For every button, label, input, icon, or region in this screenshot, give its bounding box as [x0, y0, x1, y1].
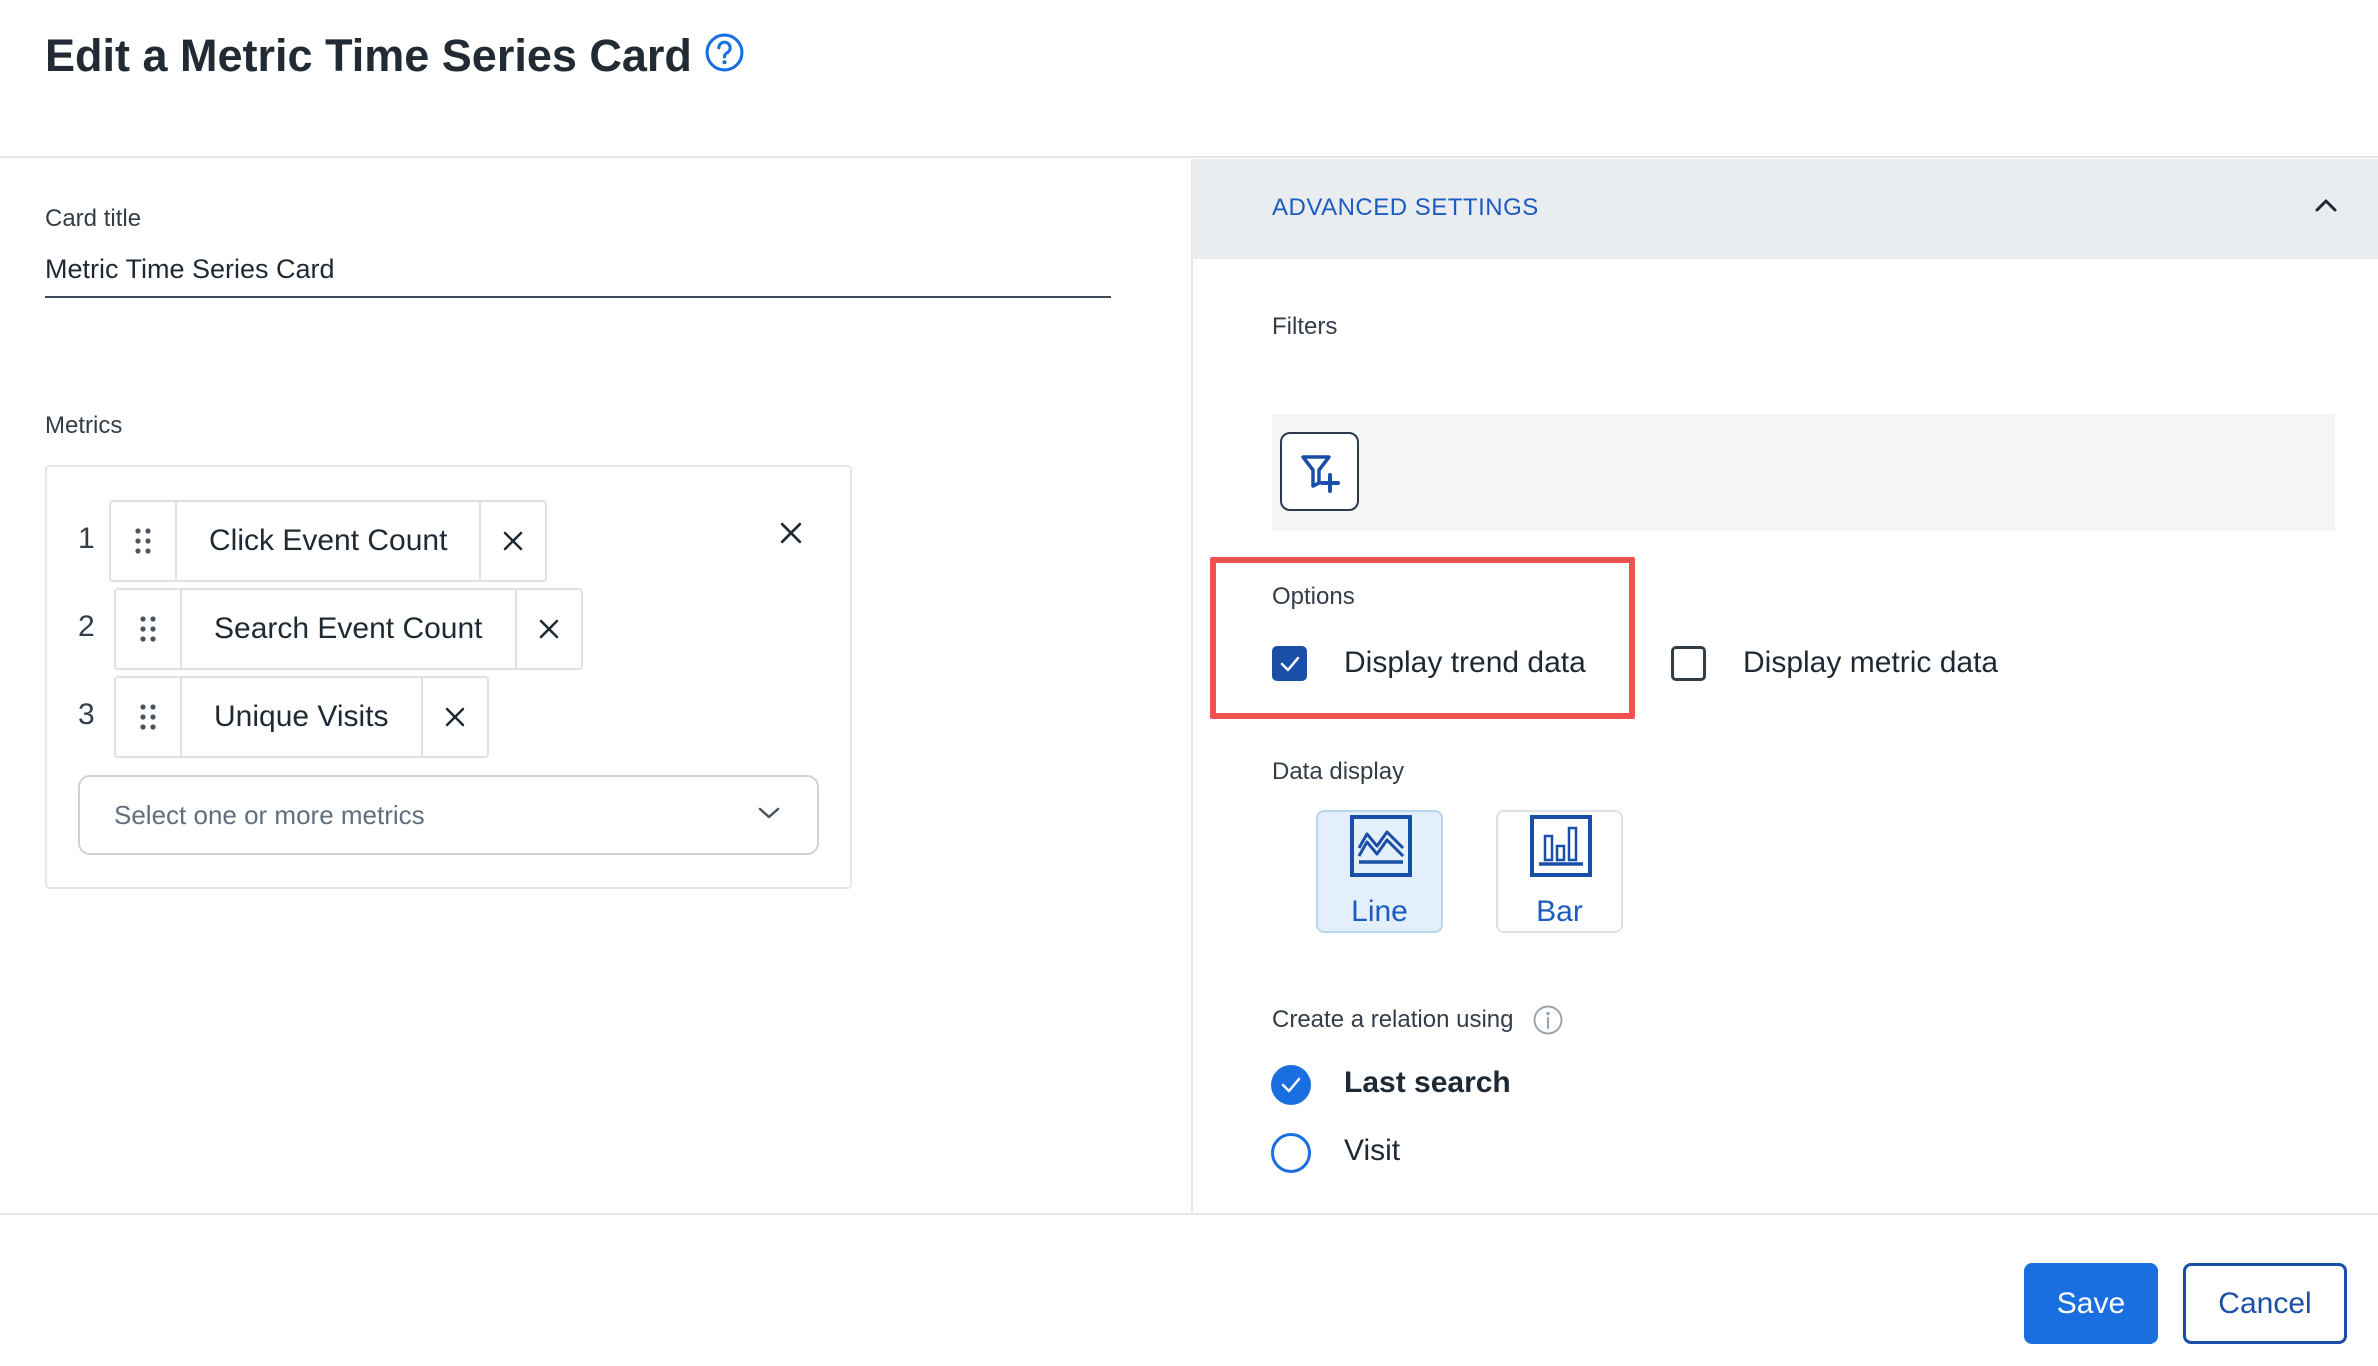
drag-handle-icon[interactable] — [116, 590, 182, 668]
save-button[interactable]: Save — [2024, 1263, 2158, 1344]
metrics-label: Metrics — [45, 412, 123, 439]
chevron-up-icon — [2315, 199, 2337, 212]
filter-plus-icon — [1300, 454, 1340, 493]
last-search-label: Last search — [1344, 1066, 1511, 1099]
dialog-footer — [0, 1213, 2378, 1366]
relation-label: Create a relation using — [1272, 1006, 1514, 1033]
remove-metric-close-icon[interactable] — [517, 590, 581, 668]
checkmark-icon — [1280, 656, 1299, 671]
metric-index: 1 — [78, 522, 95, 555]
display-metric-data-checkbox[interactable] — [1671, 646, 1706, 681]
line-chart-icon — [1350, 815, 1412, 877]
display-trend-data-label: Display trend data — [1344, 646, 1586, 679]
line-display-label: Line — [1351, 895, 1408, 928]
dialog-header: Edit a Metric Time Series Card — [0, 0, 2378, 158]
page-title: Edit a Metric Time Series Card — [45, 30, 692, 81]
metric-chip: Click Event Count — [109, 500, 548, 582]
advanced-settings-panel — [1191, 159, 2378, 1213]
metric-chip-label: Search Event Count — [182, 590, 517, 668]
clear-all-metrics-close-icon[interactable] — [765, 513, 817, 553]
bar-chart-icon — [1530, 815, 1592, 877]
remove-metric-close-icon[interactable] — [423, 678, 487, 756]
drag-handle-icon[interactable] — [111, 502, 177, 580]
cancel-button[interactable]: Cancel — [2183, 1263, 2347, 1344]
metric-select-placeholder: Select one or more metrics — [114, 799, 425, 830]
data-display-label: Data display — [1272, 758, 1405, 785]
metric-chip: Search Event Count — [114, 588, 583, 670]
advanced-settings-toggle[interactable]: ADVANCED SETTINGS — [1193, 159, 2378, 259]
metric-index: 2 — [78, 610, 95, 643]
metric-select-dropdown[interactable]: Select one or more metrics — [78, 775, 819, 855]
remove-metric-close-icon[interactable] — [481, 502, 545, 580]
visit-label: Visit — [1344, 1134, 1401, 1167]
display-trend-data-checkbox[interactable] — [1272, 646, 1307, 681]
advanced-settings-title: ADVANCED SETTINGS — [1272, 194, 1539, 221]
card-title-label: Card title — [45, 205, 142, 232]
metric-index: 3 — [78, 698, 95, 731]
question-circle-icon[interactable] — [704, 32, 745, 73]
visit-radio[interactable] — [1271, 1133, 1311, 1173]
chevron-down-icon — [758, 807, 780, 819]
line-display-button[interactable]: Line — [1316, 810, 1443, 933]
drag-handle-icon[interactable] — [116, 678, 182, 756]
metric-chip-label: Click Event Count — [177, 502, 482, 580]
options-label: Options — [1272, 583, 1355, 610]
info-icon[interactable] — [1532, 1004, 1564, 1036]
add-filter-button[interactable] — [1280, 432, 1359, 511]
filters-area — [1272, 414, 2335, 531]
metric-chip: Unique Visits — [114, 676, 489, 758]
metric-chip-label: Unique Visits — [182, 678, 423, 756]
card-title-input[interactable] — [45, 242, 1111, 298]
display-metric-data-label: Display metric data — [1743, 646, 1999, 679]
last-search-radio[interactable] — [1271, 1065, 1311, 1105]
filters-label: Filters — [1272, 313, 1338, 340]
bar-display-button[interactable]: Bar — [1496, 810, 1623, 933]
checkmark-icon — [1281, 1077, 1301, 1093]
bar-display-label: Bar — [1536, 895, 1583, 928]
